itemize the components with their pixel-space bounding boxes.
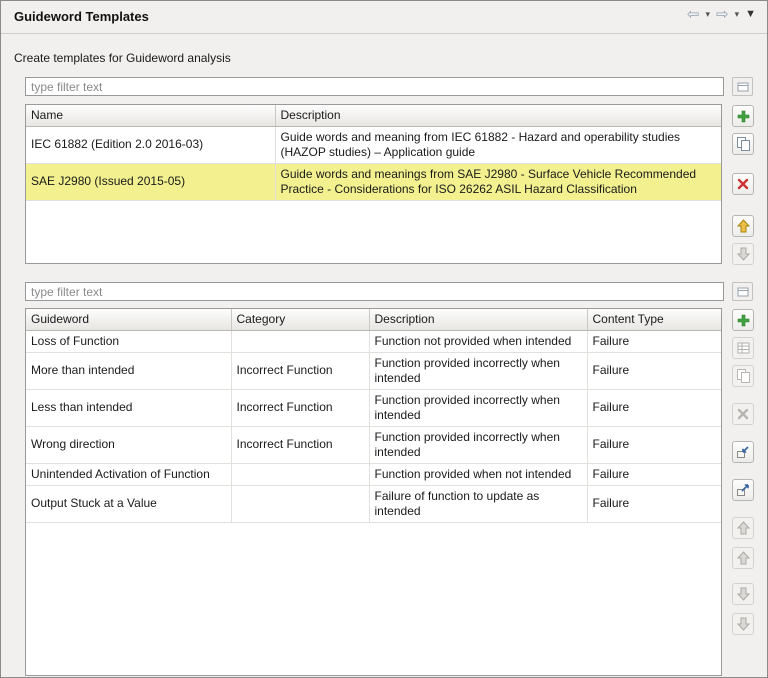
description-cell[interactable]: Function not provided when intended — [369, 330, 587, 352]
guideword-cell[interactable]: Output Stuck at a Value — [26, 485, 231, 522]
description-cell[interactable]: Function provided when not intended — [369, 463, 587, 485]
column-header-guideword[interactable]: Guideword — [26, 309, 231, 330]
guideword-row[interactable]: Output Stuck at a Value Failure of funct… — [26, 485, 721, 522]
category-cell[interactable]: Incorrect Function — [231, 352, 369, 389]
guideword-cell[interactable]: Wrong direction — [26, 426, 231, 463]
move-guideword-up-button[interactable] — [732, 547, 754, 569]
guideword-cell[interactable]: Loss of Function — [26, 330, 231, 352]
view-menu-icon[interactable]: ▼ — [742, 8, 759, 21]
guideword-cell[interactable]: Less than intended — [26, 389, 231, 426]
content-type-cell[interactable]: Failure — [587, 426, 721, 463]
guideword-row[interactable]: Less than intended Incorrect Function Fu… — [26, 389, 721, 426]
template-filter-input[interactable] — [25, 77, 724, 96]
category-cell[interactable]: Incorrect Function — [231, 426, 369, 463]
add-icon — [737, 314, 750, 327]
delete-guideword-button[interactable] — [732, 403, 754, 425]
template-name-cell[interactable]: IEC 61882 (Edition 2.0 2016-03) — [26, 126, 275, 163]
page-description: Create templates for Guideword analysis — [14, 51, 231, 65]
guideword-row[interactable]: Loss of Function Function not provided w… — [26, 330, 721, 352]
add-template-button[interactable] — [732, 105, 754, 127]
templates-header-row: Name Description — [26, 105, 721, 126]
move-top-icon — [737, 521, 750, 535]
guideword-cell[interactable]: More than intended — [26, 352, 231, 389]
category-cell[interactable]: Incorrect Function — [231, 389, 369, 426]
content-type-cell[interactable]: Failure — [587, 485, 721, 522]
copy-guideword-button[interactable] — [732, 365, 754, 387]
category-cell[interactable] — [231, 330, 369, 352]
content-type-cell[interactable]: Failure — [587, 330, 721, 352]
template-description-cell[interactable]: Guide words and meaning from IEC 61882 -… — [275, 126, 721, 163]
move-bottom-icon — [737, 617, 750, 631]
import-guidewords-button[interactable] — [732, 441, 754, 463]
guideword-cell[interactable]: Unintended Activation of Function — [26, 463, 231, 485]
guideword-row[interactable]: Wrong direction Incorrect Function Funct… — [26, 426, 721, 463]
delete-icon — [737, 408, 749, 420]
description-cell[interactable]: Function provided incorrectly when inten… — [369, 426, 587, 463]
template-name-cell[interactable]: SAE J2980 (Issued 2015-05) — [26, 163, 275, 200]
delete-template-button[interactable] — [732, 173, 754, 195]
description-cell[interactable]: Function provided incorrectly when inten… — [369, 352, 587, 389]
move-template-down-button[interactable] — [732, 243, 754, 265]
copy-template-button[interactable] — [732, 133, 754, 155]
import-icon — [736, 445, 750, 459]
column-header-name[interactable]: Name — [26, 105, 275, 126]
templates-table: Name Description IEC 61882 (Edition 2.0 … — [25, 104, 722, 264]
column-header-description[interactable]: Description — [369, 309, 587, 330]
template-row[interactable]: SAE J2980 (Issued 2015-05) Guide words a… — [26, 163, 721, 200]
edit-table-icon — [737, 342, 750, 354]
description-cell[interactable]: Function provided incorrectly when inten… — [369, 389, 587, 426]
move-guideword-bottom-button[interactable] — [732, 613, 754, 635]
template-filter-menu-button[interactable] — [732, 77, 753, 96]
guideword-row[interactable]: Unintended Activation of Function Functi… — [26, 463, 721, 485]
template-row[interactable]: IEC 61882 (Edition 2.0 2016-03) Guide wo… — [26, 126, 721, 163]
copy-icon — [737, 369, 750, 383]
header-nav: ⇦ ▾ ⇨ ▾ ▼ — [684, 6, 759, 23]
forward-icon[interactable]: ⇨ — [713, 6, 732, 23]
column-header-description[interactable]: Description — [275, 105, 721, 126]
page-title: Guideword Templates — [14, 9, 149, 24]
export-icon — [736, 483, 750, 497]
move-down-icon — [737, 587, 750, 601]
move-guideword-down-button[interactable] — [732, 583, 754, 605]
back-history-dropdown-icon[interactable]: ▾ — [702, 9, 713, 20]
column-header-category[interactable]: Category — [231, 309, 369, 330]
content-type-cell[interactable]: Failure — [587, 389, 721, 426]
add-guideword-button[interactable] — [732, 309, 754, 331]
header: Guideword Templates ⇦ ▾ ⇨ ▾ ▼ — [1, 1, 767, 34]
guidewords-table: Guideword Category Description Content T… — [25, 308, 722, 676]
move-guideword-top-button[interactable] — [732, 517, 754, 539]
export-guidewords-button[interactable] — [732, 479, 754, 501]
template-description-cell[interactable]: Guide words and meanings from SAE J2980 … — [275, 163, 721, 200]
column-header-content-type[interactable]: Content Type — [587, 309, 721, 330]
delete-icon — [737, 178, 749, 190]
forward-history-dropdown-icon[interactable]: ▾ — [732, 9, 743, 20]
content-type-cell[interactable]: Failure — [587, 352, 721, 389]
copy-icon — [737, 137, 750, 151]
guideword-templates-window: Guideword Templates ⇦ ▾ ⇨ ▾ ▼ Create tem… — [0, 0, 768, 678]
edit-guideword-button[interactable] — [732, 337, 754, 359]
category-cell[interactable] — [231, 463, 369, 485]
move-down-icon — [737, 247, 750, 261]
move-up-icon — [737, 219, 750, 233]
filter-menu-icon — [737, 286, 749, 298]
guideword-row[interactable]: More than intended Incorrect Function Fu… — [26, 352, 721, 389]
guidewords-header-row: Guideword Category Description Content T… — [26, 309, 721, 330]
description-cell[interactable]: Failure of function to update as intende… — [369, 485, 587, 522]
guideword-filter-menu-button[interactable] — [732, 282, 753, 301]
move-template-up-button[interactable] — [732, 215, 754, 237]
content-type-cell[interactable]: Failure — [587, 463, 721, 485]
filter-menu-icon — [737, 81, 749, 93]
move-up-icon — [737, 551, 750, 565]
guideword-filter-input[interactable] — [25, 282, 724, 301]
category-cell[interactable] — [231, 485, 369, 522]
add-icon — [737, 110, 750, 123]
back-icon[interactable]: ⇦ — [684, 6, 703, 23]
